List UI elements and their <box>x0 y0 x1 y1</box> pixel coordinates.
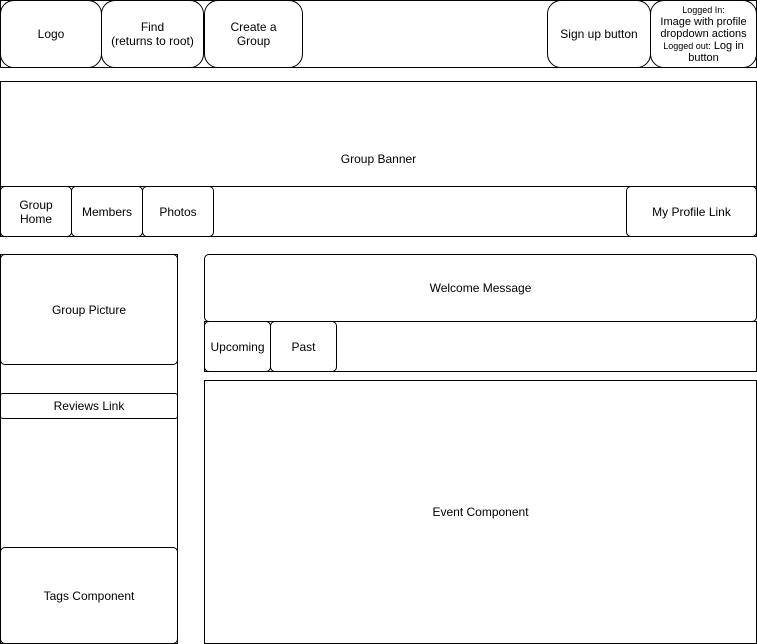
welcome-message-label: Welcome Message <box>429 281 532 295</box>
group-picture: Group Picture <box>0 254 178 365</box>
my-profile-link[interactable]: My Profile Link <box>626 186 757 237</box>
group-banner-label: Group Banner <box>340 152 417 166</box>
tab-photos[interactable]: Photos <box>142 186 214 237</box>
group-picture-label: Group Picture <box>51 302 127 317</box>
logo-label: Logo <box>37 27 65 41</box>
tags-component-label: Tags Component <box>43 588 135 603</box>
logo-button[interactable]: Logo <box>0 0 102 68</box>
create-group-button[interactable]: Create a Group <box>204 0 303 68</box>
reviews-link[interactable]: Reviews Link <box>0 393 178 419</box>
my-profile-link-label: My Profile Link <box>652 204 731 219</box>
tab-members[interactable]: Members <box>71 186 143 237</box>
wireframe-canvas: { "header": { "logo": "Logo", "find": "F… <box>0 0 757 644</box>
tab-upcoming[interactable]: Upcoming <box>204 321 271 372</box>
create-group-label: Create a Group <box>230 20 277 48</box>
welcome-message: Welcome Message <box>204 254 757 322</box>
tags-component: Tags Component <box>0 547 178 644</box>
logged-out-row: Logged out: Log in button <box>655 40 752 64</box>
reviews-link-label: Reviews Link <box>53 399 125 413</box>
event-component-label: Event Component <box>432 505 529 519</box>
tab-group-home[interactable]: Group Home <box>0 186 72 237</box>
tab-past-label: Past <box>291 339 316 354</box>
tab-upcoming-label: Upcoming <box>210 339 265 354</box>
find-label: Find (returns to root) <box>111 20 194 48</box>
sign-up-button[interactable]: Sign up button <box>547 0 651 68</box>
logged-out-label: Logged out: <box>663 40 711 51</box>
logged-in-description: Image with profile dropdown actions <box>660 15 747 40</box>
tab-members-label: Members <box>81 204 132 219</box>
sign-up-label: Sign up button <box>560 27 638 41</box>
event-component: Event Component <box>204 380 757 644</box>
find-button[interactable]: Find (returns to root) <box>101 0 204 68</box>
tab-past[interactable]: Past <box>270 321 337 372</box>
logged-in-label: Logged In: <box>682 4 725 15</box>
profile-login-area[interactable]: Logged In: Image with profile dropdown a… <box>650 0 757 68</box>
tab-group-home-label: Group Home <box>19 197 53 226</box>
tab-photos-label: Photos <box>159 204 197 219</box>
